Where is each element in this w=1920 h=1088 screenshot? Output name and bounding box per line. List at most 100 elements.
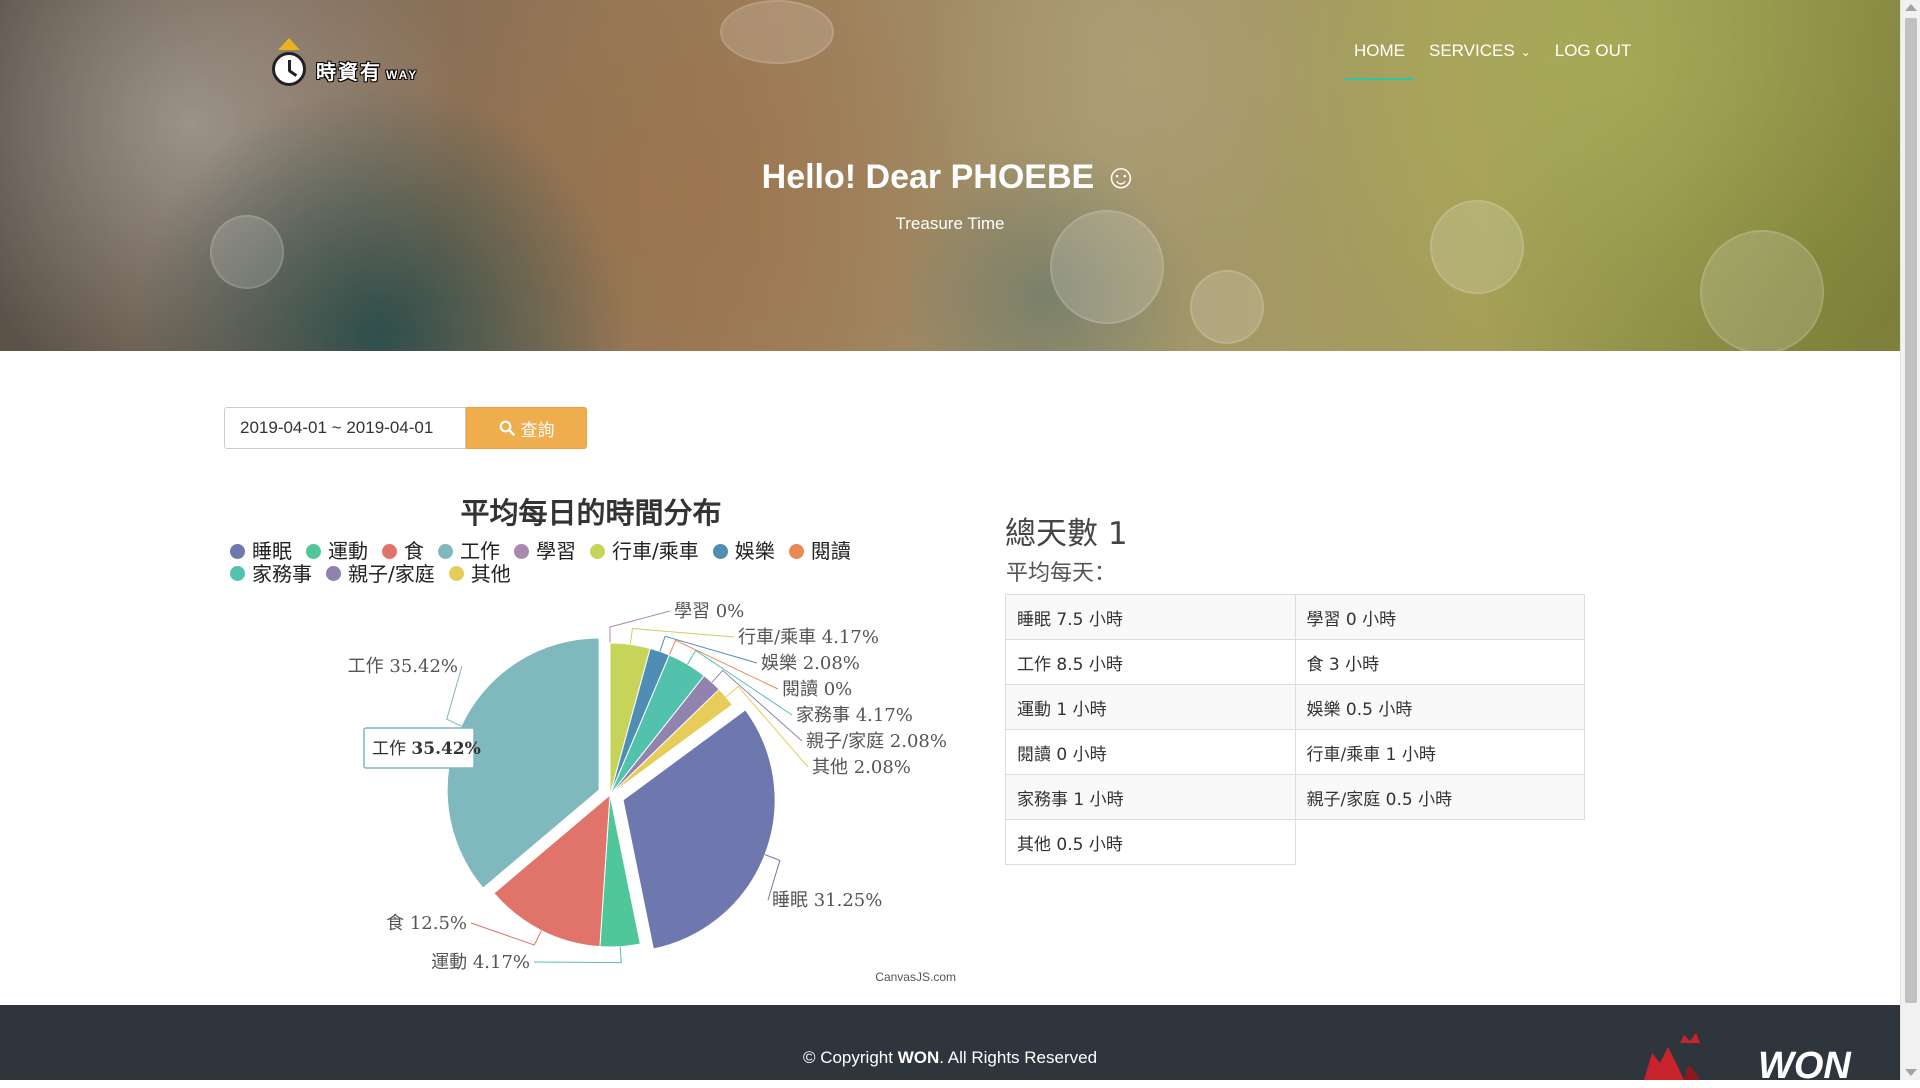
legend-label: 親子/家庭: [348, 561, 435, 586]
bokeh-decoration: [720, 0, 834, 64]
chart-title: 平均每日的時間分布: [460, 496, 722, 530]
table-cell: 睡眠 7.5 小時: [1005, 594, 1296, 640]
legend-label: 運動: [328, 539, 368, 563]
pie-data-label: 娛樂 2.08%: [761, 653, 860, 674]
nav-services-label: SERVICES: [1429, 41, 1515, 60]
site-logo[interactable]: 時資有 WAY: [268, 38, 430, 98]
legend-dot: [438, 543, 453, 559]
main-nav: HOME SERVICES ⌄ LOG OUT: [1345, 38, 1646, 80]
pie-label-line: [609, 610, 671, 643]
pie-data-label: 親子/家庭 2.08%: [806, 731, 947, 752]
legend-item[interactable]: 親子/家庭: [326, 563, 435, 585]
table-cell-empty: [1294, 819, 1585, 865]
nav-home[interactable]: HOME: [1345, 38, 1414, 80]
date-range-input[interactable]: [224, 407, 466, 449]
pie-data-label: 運動 4.17%: [431, 952, 530, 973]
footer-logo: WON: [1638, 1033, 1851, 1087]
legend-item[interactable]: 行車/乘車: [590, 540, 699, 562]
pie-data-label: 工作 35.42%: [348, 656, 458, 677]
query-button[interactable]: 查詢: [466, 407, 587, 449]
table-cell: 親子/家庭 0.5 小時: [1294, 774, 1585, 820]
footer-logo-text: WON: [1758, 1045, 1851, 1087]
table-row: 閱讀 0 小時 行車/乘車 1 小時: [1005, 729, 1585, 775]
legend-item[interactable]: 學習: [514, 540, 576, 562]
table-row: 睡眠 7.5 小時 學習 0 小時: [1005, 594, 1585, 640]
table-cell: 運動 1 小時: [1005, 684, 1296, 730]
legend-item[interactable]: 娛樂: [712, 539, 775, 563]
crown-icon: [278, 38, 300, 50]
pie-label-line: [629, 627, 735, 645]
legend-dot: [230, 543, 245, 559]
table-cell: 工作 8.5 小時: [1005, 639, 1296, 685]
page-subtitle: Treasure Time: [895, 214, 1005, 233]
legend-label: 家務事: [252, 561, 312, 586]
legend-label: 工作: [460, 539, 500, 563]
nav-logout[interactable]: LOG OUT: [1546, 38, 1641, 80]
legend-dot: [712, 543, 728, 559]
table-row: 其他 0.5 小時: [1005, 819, 1585, 865]
legend-dot: [788, 543, 804, 559]
clock-icon: [272, 52, 306, 86]
legend-item[interactable]: 工作: [438, 540, 500, 562]
legend-label: 閱讀: [810, 539, 851, 563]
table-cell: 行車/乘車 1 小時: [1294, 729, 1585, 775]
pie-data-label: 睡眠 31.25%: [772, 890, 882, 911]
logo-text: 時資有 WAY: [316, 62, 419, 84]
table-cell: 閱讀 0 小時: [1005, 729, 1296, 775]
chevron-down-icon: ⌄: [1520, 45, 1531, 59]
legend-dot: [514, 543, 529, 559]
table-cell: 家務事 1 小時: [1005, 774, 1296, 820]
daily-average-table: 睡眠 7.5 小時 學習 0 小時 工作 8.5 小時食 3 小時 運動 1 小時…: [1005, 594, 1585, 865]
legend-item[interactable]: 家務事: [230, 563, 312, 585]
legend-dot: [306, 543, 321, 559]
won-mascot-icon: [1644, 1033, 1700, 1080]
page-title: Hello! Dear PHOEBE ☺: [761, 158, 1139, 196]
pie-data-label: 閱讀 0%: [782, 679, 852, 700]
legend-dot: [590, 543, 605, 559]
pie-label-line: [470, 922, 542, 946]
copyright: © Copyright WON. All Rights Reserved: [802, 1048, 1098, 1067]
footer: © Copyright WON. All Rights Reserved WON: [0, 1005, 1900, 1087]
table-cell: 食 3 小時: [1294, 639, 1585, 685]
table-cell: 娛樂 0.5 小時: [1294, 684, 1585, 730]
chart-legend: 睡眠 運動 食 工作 學習 行車/乘車 娛樂 閱讀家務事 親子/家庭 其他: [230, 540, 960, 585]
pie-label-line: [533, 946, 622, 964]
scroll-down-icon[interactable]: [1905, 1069, 1917, 1076]
scrollbar-thumb[interactable]: [1905, 18, 1917, 1003]
bokeh-decoration: [1700, 230, 1824, 351]
scroll-up-icon[interactable]: [1905, 4, 1917, 11]
legend-label: 學習: [536, 539, 576, 563]
hero-banner: 時資有 WAY HOME SERVICES ⌄ LOG OUT Hello! Dea…: [0, 0, 1900, 351]
legend-item[interactable]: 其他: [448, 561, 511, 586]
legend-dot: [230, 566, 245, 581]
table-cell: 學習 0 小時: [1294, 594, 1585, 640]
total-days: 總天數 1: [1005, 516, 1128, 552]
legend-label: 其他: [470, 561, 511, 586]
pie-data-label: 學習 0%: [674, 601, 744, 622]
table-cell: 其他 0.5 小時: [1005, 819, 1296, 865]
table-row: 工作 8.5 小時食 3 小時: [1005, 639, 1585, 685]
chart-tooltip: 工作 35.42%: [363, 727, 481, 769]
nav-services[interactable]: SERVICES ⌄: [1420, 38, 1540, 80]
svg-text:工作 35.42%: 工作 35.42%: [372, 739, 481, 759]
chart-credit[interactable]: CanvasJS.com: [875, 970, 956, 984]
bokeh-decoration: [1190, 270, 1264, 344]
legend-item[interactable]: 運動: [306, 540, 368, 562]
time-distribution-chart: 學習 0% 行車/乘車 4.17% 娛樂 2.08% 閱讀 0% 家務事 4.17% 親子…: [222, 480, 960, 990]
legend-label: 娛樂: [734, 539, 775, 563]
legend-label: 食: [404, 539, 424, 563]
search-icon: [499, 420, 515, 436]
legend-dot: [382, 543, 397, 559]
legend-item[interactable]: 閱讀: [788, 539, 851, 563]
legend-item[interactable]: 食: [382, 540, 424, 562]
pie-data-label: 家務事 4.17%: [796, 705, 913, 726]
table-row: 家務事 1 小時 親子/家庭 0.5 小時: [1005, 774, 1585, 820]
page-scrollbar[interactable]: [1900, 0, 1920, 1080]
legend-dot: [326, 566, 341, 581]
pie-data-label: 食 12.5%: [386, 913, 467, 934]
legend-label: 睡眠: [252, 539, 292, 563]
table-row: 運動 1 小時 娛樂 0.5 小時: [1005, 684, 1585, 730]
pie-data-label: 其他 2.08%: [812, 757, 911, 778]
legend-item[interactable]: 睡眠: [230, 540, 292, 562]
query-button-label: 查詢: [520, 420, 555, 440]
